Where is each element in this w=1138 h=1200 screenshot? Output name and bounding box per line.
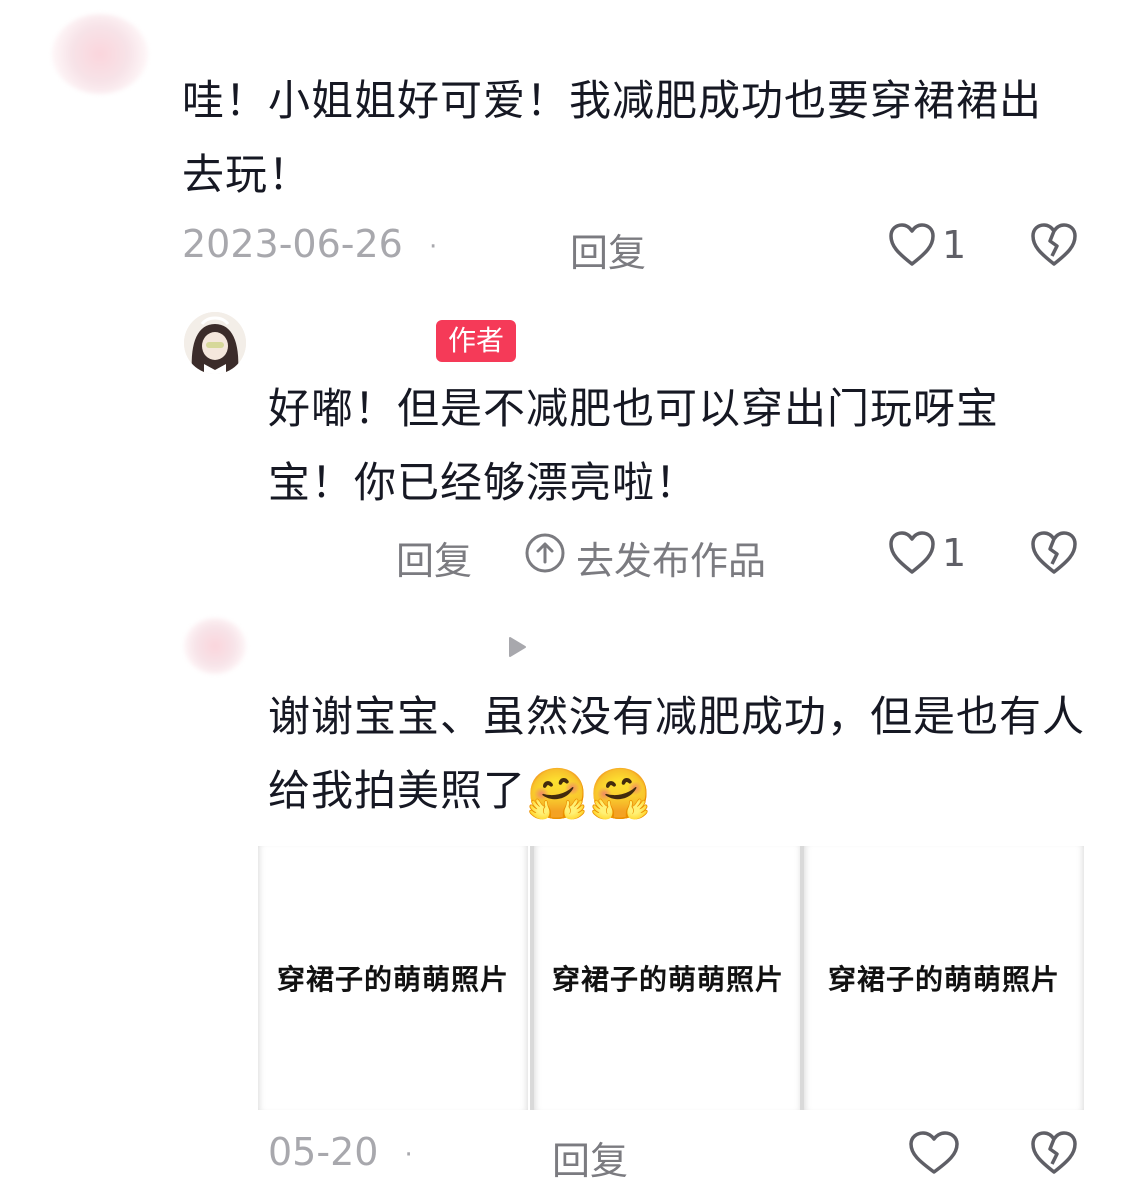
publish-work-label: 去发布作品	[576, 539, 767, 583]
comment-date: 05-20 ·	[268, 1130, 413, 1174]
separator-dot: ·	[428, 231, 438, 262]
date-text: 05-20	[268, 1130, 379, 1174]
like-button[interactable]: 1	[888, 222, 966, 268]
reply-button[interactable]: 回复	[552, 1130, 628, 1185]
comment-date: 2023-06-26 ·	[182, 222, 437, 266]
author-badge: 作者	[436, 320, 517, 362]
image-caption: 穿裙子的萌萌照片	[551, 963, 784, 996]
comment-text: 哇！小姐姐好可爱！我减肥成功也要穿裙裙出去玩！	[182, 76, 1043, 199]
reply-button[interactable]: 回复	[396, 530, 472, 585]
hug-emoji: 🤗	[526, 765, 590, 823]
date-text: 2023-06-26	[182, 222, 403, 266]
play-arrow-icon	[506, 636, 528, 658]
reply-button[interactable]: 回复	[570, 222, 646, 277]
publish-work-button[interactable]: 去发布作品	[524, 530, 766, 585]
dislike-button[interactable]	[1030, 222, 1078, 268]
image-caption: 穿裙子的萌萌照片	[827, 963, 1060, 996]
dislike-button[interactable]	[1030, 1130, 1078, 1176]
author-avatar[interactable]	[184, 312, 246, 374]
like-count: 1	[942, 531, 967, 575]
heart-outline-icon	[888, 222, 936, 268]
comment-text: 好嘟！但是不减肥也可以穿出门玩呀宝宝！你已经够漂亮啦！	[268, 384, 1000, 507]
comment-text: 谢谢宝宝、虽然没有减肥成功，但是也有人给我拍美照了🤗🤗	[268, 680, 1088, 828]
heart-outline-icon	[888, 530, 936, 576]
dislike-button[interactable]	[1030, 530, 1078, 576]
avatar[interactable]	[184, 618, 246, 674]
comment-image[interactable]: 穿裙子的萌萌照片	[258, 846, 528, 1110]
comment-image[interactable]: 穿裙子的萌萌照片	[800, 846, 1084, 1110]
separator-dot: ·	[404, 1139, 413, 1170]
like-count: 1	[942, 223, 967, 267]
like-button[interactable]: 1	[888, 530, 966, 576]
image-caption: 穿裙子的萌萌照片	[276, 963, 509, 996]
comment-image[interactable]: 穿裙子的萌萌照片	[530, 846, 802, 1110]
comment-text-body: 谢谢宝宝、虽然没有减肥成功，但是也有人给我拍美照了	[268, 692, 1086, 815]
heart-outline-icon	[908, 1130, 960, 1176]
hug-emoji: 🤗	[589, 765, 653, 823]
upload-circle-icon	[524, 532, 566, 583]
avatar[interactable]	[52, 14, 148, 94]
broken-heart-icon	[1030, 530, 1078, 576]
like-button[interactable]	[908, 1130, 960, 1176]
broken-heart-icon	[1030, 222, 1078, 268]
broken-heart-icon	[1030, 1130, 1078, 1176]
